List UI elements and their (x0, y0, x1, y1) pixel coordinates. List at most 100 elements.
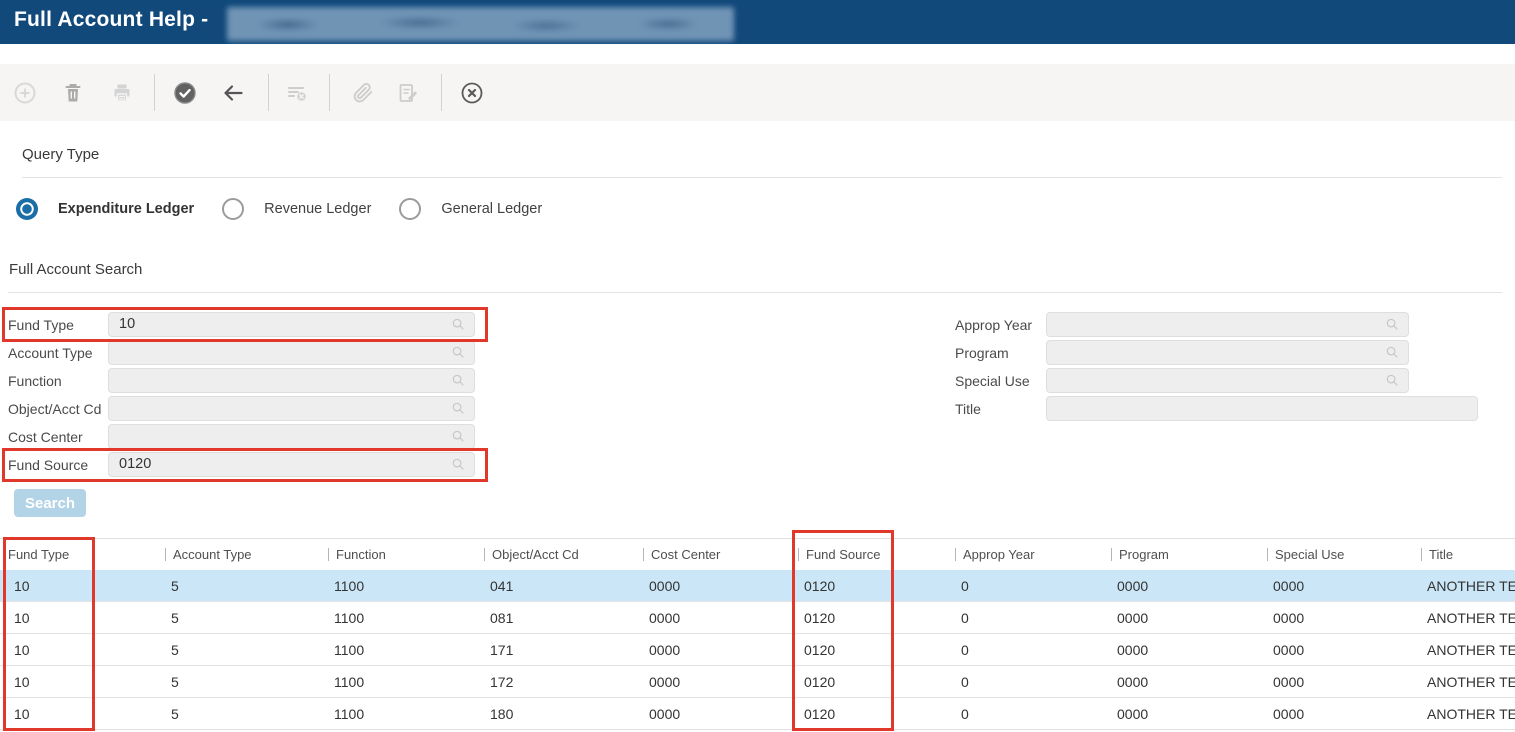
arrow-left-icon (221, 81, 245, 105)
cell-cost-center: 0000 (635, 642, 790, 658)
column-header-label: Title (1429, 547, 1453, 562)
field-label-title: Title (955, 401, 1046, 417)
cell-fund-type: 10 (0, 706, 157, 722)
cell-function: 1100 (320, 578, 476, 594)
radio-option-revenue-ledger[interactable]: Revenue Ledger (222, 198, 371, 220)
lookup-magnifier-icon[interactable] (1384, 344, 1401, 361)
radio-option-expenditure-ledger[interactable]: Expenditure Ledger (16, 198, 194, 220)
cost-center-input[interactable] (108, 424, 475, 449)
cell-special-use: 0000 (1259, 674, 1413, 690)
column-header-title: Title (1413, 547, 1515, 562)
cell-account-type: 5 (157, 642, 320, 658)
table-row[interactable]: 105110008100000120000000000ANOTHER TES (0, 602, 1515, 634)
cell-account-type: 5 (157, 578, 320, 594)
cell-function: 1100 (320, 706, 476, 722)
cell-title: ANOTHER TES (1413, 642, 1515, 658)
radio-option-label: General Ledger (441, 201, 542, 217)
query-type-heading: Query Type (22, 146, 99, 163)
fund-source-input[interactable]: 0120 (108, 452, 475, 477)
section-divider (8, 292, 1502, 293)
full-account-search-heading: Full Account Search (9, 261, 142, 278)
trash-icon (61, 81, 85, 105)
table-row[interactable]: 105110017200000120000000000ANOTHER TES (0, 666, 1515, 698)
clear-filter-button[interactable] (285, 81, 309, 105)
section-divider (22, 177, 1502, 178)
lookup-magnifier-icon[interactable] (1384, 316, 1401, 333)
toolbar-divider (441, 74, 442, 111)
lookup-magnifier-icon[interactable] (450, 372, 467, 389)
cell-fund-source: 0120 (790, 706, 947, 722)
lookup-magnifier-icon[interactable] (450, 456, 467, 473)
radio-selected-icon[interactable] (16, 198, 38, 220)
cell-special-use: 0000 (1259, 610, 1413, 626)
cell-title: ANOTHER TES (1413, 578, 1515, 594)
table-row[interactable]: 105110017100000120000000000ANOTHER TES (0, 634, 1515, 666)
close-button[interactable] (460, 81, 484, 105)
filter-clear-icon (285, 81, 309, 105)
radio-unselected-icon[interactable] (399, 198, 421, 220)
approp-year-input[interactable] (1046, 312, 1409, 337)
field-value: 10 (119, 316, 135, 332)
cell-cost-center: 0000 (635, 674, 790, 690)
delete-button[interactable] (61, 81, 85, 105)
lookup-magnifier-icon[interactable] (450, 428, 467, 445)
back-button[interactable] (221, 81, 245, 105)
radio-option-label: Expenditure Ledger (58, 201, 194, 217)
cell-approp-year: 0 (947, 706, 1103, 722)
edit-notes-button[interactable] (396, 81, 420, 105)
cell-function: 1100 (320, 610, 476, 626)
plus-circle-icon (13, 81, 37, 105)
attach-button[interactable] (351, 81, 375, 105)
lookup-magnifier-icon[interactable] (450, 344, 467, 361)
title-input[interactable] (1046, 396, 1478, 421)
cell-special-use: 0000 (1259, 706, 1413, 722)
lookup-magnifier-icon[interactable] (1384, 372, 1401, 389)
check-circle-icon (173, 81, 197, 105)
column-separator (165, 548, 166, 561)
search-button[interactable]: Search (14, 489, 86, 517)
table-row[interactable]: 105110018000000120000000000ANOTHER TES (0, 698, 1515, 730)
confirm-button[interactable] (173, 81, 197, 105)
column-header-label: Function (336, 547, 386, 562)
table-row-selected[interactable]: 105110004100000120000000000ANOTHER TES (0, 570, 1515, 602)
redacted-account-text (227, 7, 734, 41)
cell-fund-source: 0120 (790, 610, 947, 626)
function-input[interactable] (108, 368, 475, 393)
results-table-body: 105110004100000120000000000ANOTHER TES 10… (0, 570, 1515, 730)
query-type-options: Expenditure Ledger Revenue Ledger General … (16, 198, 570, 220)
column-header-fund-source: Fund Source (790, 547, 947, 562)
radio-option-general-ledger[interactable]: General Ledger (399, 198, 542, 220)
special-use-input[interactable] (1046, 368, 1409, 393)
radio-unselected-icon[interactable] (222, 198, 244, 220)
cell-title: ANOTHER TES (1413, 674, 1515, 690)
cell-object-acct-cd: 172 (476, 674, 635, 690)
window-titlebar: Full Account Help - (0, 0, 1515, 44)
column-header-label: Object/Acct Cd (492, 547, 579, 562)
field-value: 0120 (119, 456, 151, 472)
print-button[interactable] (110, 81, 134, 105)
column-header-label: Program (1119, 547, 1169, 562)
lookup-magnifier-icon[interactable] (450, 316, 467, 333)
cell-account-type: 5 (157, 706, 320, 722)
column-separator (955, 548, 956, 561)
cell-title: ANOTHER TES (1413, 610, 1515, 626)
cell-program: 0000 (1103, 642, 1259, 658)
field-label-special-use: Special Use (955, 373, 1046, 389)
column-separator (798, 548, 799, 561)
field-label-account-type: Account Type (8, 345, 108, 361)
field-row-function: Function (8, 368, 475, 393)
object-acct-cd-input[interactable] (108, 396, 475, 421)
field-label-object-acct-cd: Object/Acct Cd (8, 401, 108, 417)
cell-account-type: 5 (157, 610, 320, 626)
fund-type-input[interactable]: 10 (108, 312, 475, 337)
column-separator (1267, 548, 1268, 561)
lookup-magnifier-icon[interactable] (450, 400, 467, 417)
field-row-fund-source: Fund Source0120 (8, 452, 475, 477)
column-header-function: Function (320, 547, 476, 562)
cell-program: 0000 (1103, 610, 1259, 626)
cell-fund-source: 0120 (790, 642, 947, 658)
program-input[interactable] (1046, 340, 1409, 365)
account-type-input[interactable] (108, 340, 475, 365)
cell-fund-source: 0120 (790, 578, 947, 594)
add-button[interactable] (13, 81, 37, 105)
